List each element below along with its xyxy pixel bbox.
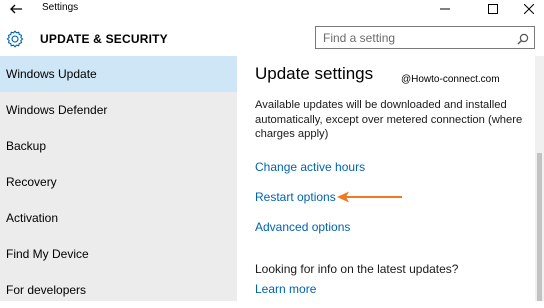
sidebar-item-label: Backup [6,139,47,153]
minimize-button[interactable] [430,0,460,18]
search-icon[interactable] [517,32,529,45]
close-button[interactable] [514,0,544,18]
learn-more-link[interactable]: Learn more [255,282,316,296]
sidebar-item-label: Activation [6,211,59,225]
sidebar-item-label: For developers [6,283,87,297]
search-box[interactable] [315,26,535,49]
scrollbar-thumb[interactable] [537,153,542,301]
settings-header: UPDATE & SECURITY [0,18,544,60]
title-bar: Settings [0,0,544,18]
gear-icon [6,30,24,48]
sidebar-item-label: Find My Device [6,247,89,261]
sidebar-item-recovery[interactable]: Recovery [0,164,237,200]
close-icon [524,4,534,14]
change-active-hours-link[interactable]: Change active hours [255,160,365,174]
sidebar-item-windows-update[interactable]: Windows Update [0,56,237,92]
sidebar-item-activation[interactable]: Activation [0,200,237,236]
sidebar-nav: Windows Update Windows Defender Backup R… [0,56,237,301]
page-category-title: UPDATE & SECURITY [40,32,168,46]
minimize-icon [440,8,450,10]
vertical-scrollbar[interactable] [535,56,544,301]
update-description: Available updates will be downloaded and… [255,99,523,140]
maximize-button[interactable] [478,0,508,18]
main-content: Update settings @Howto-connect.com Avail… [237,56,535,301]
sidebar-item-find-my-device[interactable]: Find My Device [0,236,237,272]
sidebar-item-backup[interactable]: Backup [0,128,237,164]
sidebar-item-label: Recovery [6,175,57,189]
sidebar-item-for-developers[interactable]: For developers [0,272,237,308]
latest-updates-info: Looking for info on the latest updates? [255,262,459,276]
restart-options-link[interactable]: Restart options [255,190,336,204]
sidebar-item-label: Windows Update [6,67,97,81]
annotation-arrow-icon [335,190,405,204]
search-input[interactable] [323,30,503,45]
advanced-options-link[interactable]: Advanced options [255,220,350,234]
page-title: Update settings [255,64,374,83]
maximize-icon [488,4,498,14]
window-title: Settings [42,2,79,13]
sidebar-item-label: Windows Defender [6,103,108,117]
back-arrow-icon[interactable] [8,1,24,17]
watermark-text: @Howto-connect.com [401,74,500,85]
sidebar-item-windows-defender[interactable]: Windows Defender [0,92,237,128]
